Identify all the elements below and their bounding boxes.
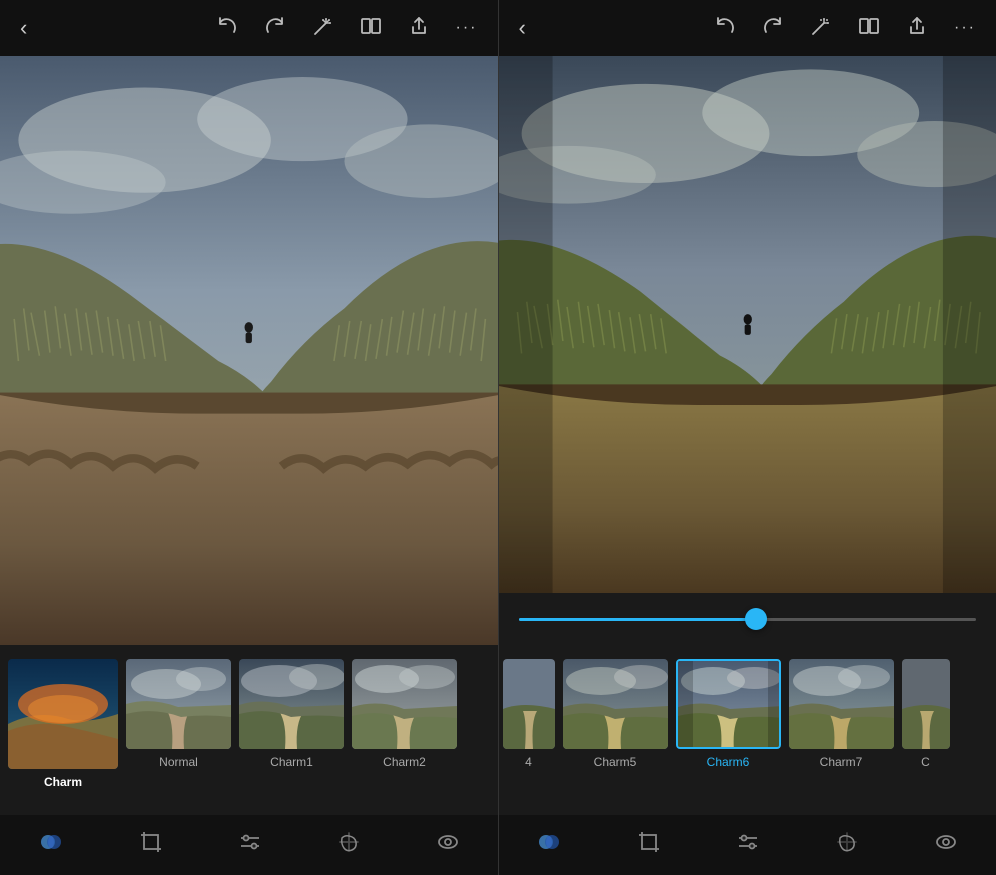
right-magic-wand-icon[interactable] <box>806 11 836 46</box>
right-undo-button[interactable] <box>710 11 740 46</box>
right-toolbar-right: ··· <box>710 11 980 46</box>
filter-charm5-label: Charm5 <box>594 755 637 769</box>
filter-charm7-label: Charm7 <box>820 755 863 769</box>
charm2-thumbnail <box>352 659 457 749</box>
charm1-thumbnail <box>239 659 344 749</box>
filter-charm-thumb <box>8 659 118 769</box>
left-filter-strip: Charm <box>0 645 498 815</box>
right-back-button[interactable]: ‹ <box>515 11 530 45</box>
filter-charm2-label: Charm2 <box>383 755 426 769</box>
left-toolbar: ‹ <box>0 0 498 56</box>
right-share-button[interactable] <box>902 11 932 46</box>
filter-charm1-label: Charm1 <box>270 755 313 769</box>
charm6-thumbnail <box>678 661 781 749</box>
filter-charm4[interactable]: 4 <box>503 659 555 769</box>
left-bottom-nav <box>0 815 498 875</box>
left-panel: ‹ <box>0 0 498 875</box>
slider-fill <box>519 618 757 621</box>
filter-charm5[interactable]: Charm5 <box>563 659 668 769</box>
left-image-area <box>0 56 498 645</box>
healing-nav-button[interactable] <box>329 822 369 868</box>
right-compare-button[interactable] <box>854 11 884 46</box>
right-healing-nav-button[interactable] <box>827 822 867 868</box>
right-crop-nav-button[interactable] <box>629 822 669 868</box>
filter-charm2-thumb <box>352 659 457 749</box>
filter-charm6[interactable]: Charm6 <box>676 659 781 769</box>
intensity-slider-track[interactable] <box>519 618 977 621</box>
filter-charm4-thumb <box>503 659 555 749</box>
filter-normal-label: Normal <box>159 755 198 769</box>
normal-thumbnail <box>126 659 231 749</box>
more-button[interactable]: ··· <box>452 15 482 41</box>
filter-charm1-thumb <box>239 659 344 749</box>
share-button[interactable] <box>404 11 434 46</box>
charm5-thumbnail <box>563 659 668 749</box>
view-nav-button[interactable] <box>428 822 468 868</box>
charmc-thumbnail <box>902 659 950 749</box>
slider-thumb[interactable] <box>745 608 767 630</box>
back-button[interactable]: ‹ <box>16 11 31 45</box>
filter-charm4-label: 4 <box>525 755 532 769</box>
filter-normal[interactable]: Normal <box>126 659 231 769</box>
left-toolbar-right: ··· <box>212 11 482 46</box>
right-image-area <box>499 56 996 593</box>
filter-charm-label: Charm <box>44 775 82 789</box>
right-more-button[interactable]: ··· <box>950 15 980 41</box>
charm-thumbnail <box>8 659 118 769</box>
adjustments-nav-button[interactable] <box>230 822 270 868</box>
right-filter-strip: 4 <box>499 645 996 815</box>
filter-charm6-label: Charm6 <box>707 755 750 769</box>
right-redo-button[interactable] <box>758 11 788 46</box>
filter-charm[interactable]: Charm <box>8 659 118 789</box>
filter-charm1[interactable]: Charm1 <box>239 659 344 769</box>
redo-button[interactable] <box>260 11 290 46</box>
charm7-thumbnail <box>789 659 894 749</box>
right-view-nav-button[interactable] <box>926 822 966 868</box>
filter-charm7[interactable]: Charm7 <box>789 659 894 769</box>
filter-charm7-thumb <box>789 659 894 749</box>
right-scene-image <box>499 56 996 593</box>
right-panel: ‹ <box>499 0 996 875</box>
magic-wand-icon[interactable] <box>308 11 338 46</box>
filters-nav-button[interactable] <box>30 821 72 869</box>
filter-charmc-label: C <box>921 755 930 769</box>
left-toolbar-left: ‹ <box>16 11 31 45</box>
right-toolbar-left: ‹ <box>515 11 530 45</box>
undo-button[interactable] <box>212 11 242 46</box>
filter-charmc-thumb <box>902 659 950 749</box>
charm4-thumbnail <box>503 659 555 749</box>
crop-nav-button[interactable] <box>131 822 171 868</box>
right-adjustments-nav-button[interactable] <box>728 822 768 868</box>
right-filters-nav-button[interactable] <box>528 821 570 869</box>
right-slider-area[interactable] <box>499 593 996 645</box>
filter-charm5-thumb <box>563 659 668 749</box>
filter-charm2[interactable]: Charm2 <box>352 659 457 769</box>
filter-normal-thumb <box>126 659 231 749</box>
filter-charmc[interactable]: C <box>902 659 950 769</box>
right-bottom-nav <box>499 815 996 875</box>
compare-button[interactable] <box>356 11 386 46</box>
left-scene-image <box>0 56 498 645</box>
right-toolbar: ‹ <box>499 0 996 56</box>
filter-charm6-thumb <box>676 659 781 749</box>
